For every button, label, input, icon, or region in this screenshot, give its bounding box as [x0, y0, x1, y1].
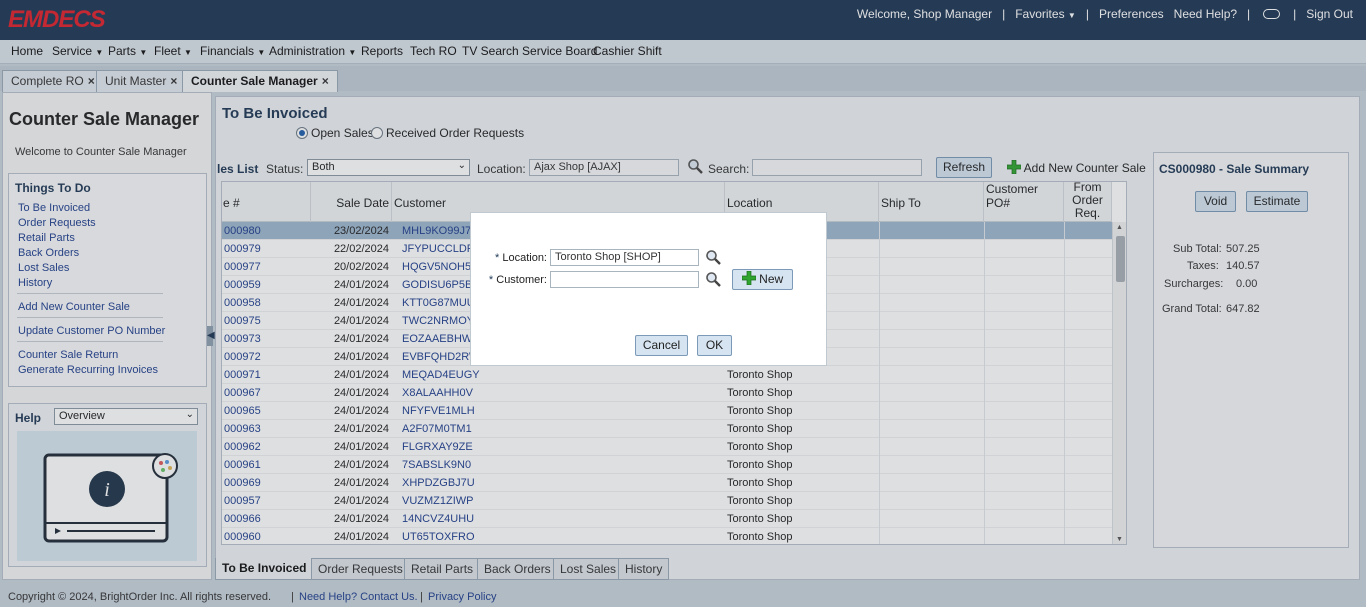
location-lookup-icon[interactable] — [705, 249, 722, 266]
plus-icon — [741, 271, 756, 285]
counter-sale-dialog: * Location: Toronto Shop [SHOP] * Custom… — [470, 212, 827, 366]
modal-location-input[interactable]: Toronto Shop [SHOP] — [550, 249, 699, 266]
modal-customer-input[interactable] — [550, 271, 699, 288]
customer-lookup-icon[interactable] — [705, 271, 722, 288]
modal-customer-label: * Customer: — [488, 274, 547, 286]
ok-button[interactable]: OK — [697, 335, 732, 356]
cancel-button[interactable]: Cancel — [635, 335, 688, 356]
modal-location-label: * Location: — [495, 252, 547, 264]
new-customer-button[interactable]: New — [732, 269, 793, 290]
